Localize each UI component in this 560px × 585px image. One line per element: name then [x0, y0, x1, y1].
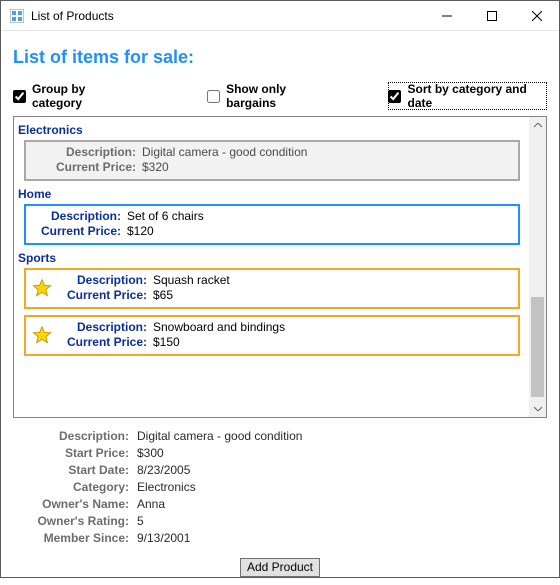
- item-description-value: Squash racket: [153, 273, 512, 288]
- scroll-up-icon[interactable]: [529, 117, 546, 134]
- star-icon: [32, 278, 58, 298]
- details-panel: Description: Digital camera - good condi…: [17, 428, 543, 546]
- group-header: Sports: [18, 251, 526, 265]
- group-by-category-input[interactable]: [13, 90, 26, 103]
- product-listbox[interactable]: ElectronicsDescription:Current Price:Dig…: [13, 116, 547, 418]
- details-owner-name-value: Anna: [137, 496, 543, 512]
- item-description-value: Snowboard and bindings: [153, 320, 512, 335]
- maximize-button[interactable]: [469, 1, 514, 31]
- add-product-button[interactable]: Add Product: [240, 558, 320, 577]
- details-owner-rating-label: Owner's Rating:: [17, 513, 129, 529]
- item-price-label: Current Price:: [58, 335, 147, 350]
- item-description-value: Set of 6 chairs: [127, 209, 512, 224]
- item-description-label: Description:: [32, 209, 121, 224]
- item-price-label: Current Price:: [32, 160, 136, 175]
- list-item[interactable]: Description:Current Price: Digital camera…: [24, 140, 520, 181]
- list-item[interactable]: Description:Current Price: Snowboard and …: [24, 315, 520, 356]
- group-by-category-checkbox[interactable]: Group by category: [13, 82, 133, 110]
- scrollbar[interactable]: [529, 117, 546, 417]
- details-start-date-value: 8/23/2005: [137, 462, 543, 478]
- item-price-value: $320: [142, 160, 512, 175]
- details-member-since-value: 9/13/2001: [137, 530, 543, 546]
- sort-by-category-and-date-input[interactable]: [388, 90, 401, 103]
- details-start-date-label: Start Date:: [17, 462, 129, 478]
- details-owner-name-label: Owner's Name:: [17, 496, 129, 512]
- scroll-thumb[interactable]: [531, 297, 544, 397]
- item-price-label: Current Price:: [32, 224, 121, 239]
- item-description-label: Description:: [58, 320, 147, 335]
- item-price-value: $120: [127, 224, 512, 239]
- options-row: Group by category Show only bargains Sor…: [13, 82, 547, 110]
- item-description-value: Digital camera - good condition: [142, 145, 512, 160]
- sort-by-category-and-date-label: Sort by category and date: [407, 82, 547, 110]
- window-titlebar: List of Products: [1, 1, 559, 31]
- group-header: Home: [18, 187, 526, 201]
- sort-by-category-and-date-checkbox[interactable]: Sort by category and date: [388, 82, 547, 110]
- item-price-value: $65: [153, 288, 512, 303]
- details-start-price-value: $300: [137, 445, 543, 461]
- star-icon: [32, 325, 58, 345]
- show-only-bargains-label: Show only bargains: [226, 82, 333, 110]
- list-item[interactable]: Description:Current Price: Set of 6 chair…: [24, 204, 520, 245]
- details-description-value: Digital camera - good condition: [137, 428, 543, 444]
- group-by-category-label: Group by category: [32, 82, 133, 110]
- details-category-label: Category:: [17, 479, 129, 495]
- item-description-label: Description:: [58, 273, 147, 288]
- window-title: List of Products: [31, 9, 114, 23]
- item-price-value: $150: [153, 335, 512, 350]
- app-icon: [9, 8, 25, 24]
- details-owner-rating-value: 5: [137, 513, 543, 529]
- list-item[interactable]: Description:Current Price: Squash racket$…: [24, 268, 520, 309]
- details-start-price-label: Start Price:: [17, 445, 129, 461]
- details-member-since-label: Member Since:: [17, 530, 129, 546]
- minimize-button[interactable]: [424, 1, 469, 31]
- group-header: Electronics: [18, 123, 526, 137]
- page-title: List of items for sale:: [13, 47, 547, 68]
- details-description-label: Description:: [17, 428, 129, 444]
- show-only-bargains-checkbox[interactable]: Show only bargains: [207, 82, 333, 110]
- scroll-down-icon[interactable]: [529, 400, 546, 417]
- show-only-bargains-input[interactable]: [207, 90, 220, 103]
- item-description-label: Description:: [32, 145, 136, 160]
- item-price-label: Current Price:: [58, 288, 147, 303]
- details-category-value: Electronics: [137, 479, 543, 495]
- close-button[interactable]: [514, 1, 559, 31]
